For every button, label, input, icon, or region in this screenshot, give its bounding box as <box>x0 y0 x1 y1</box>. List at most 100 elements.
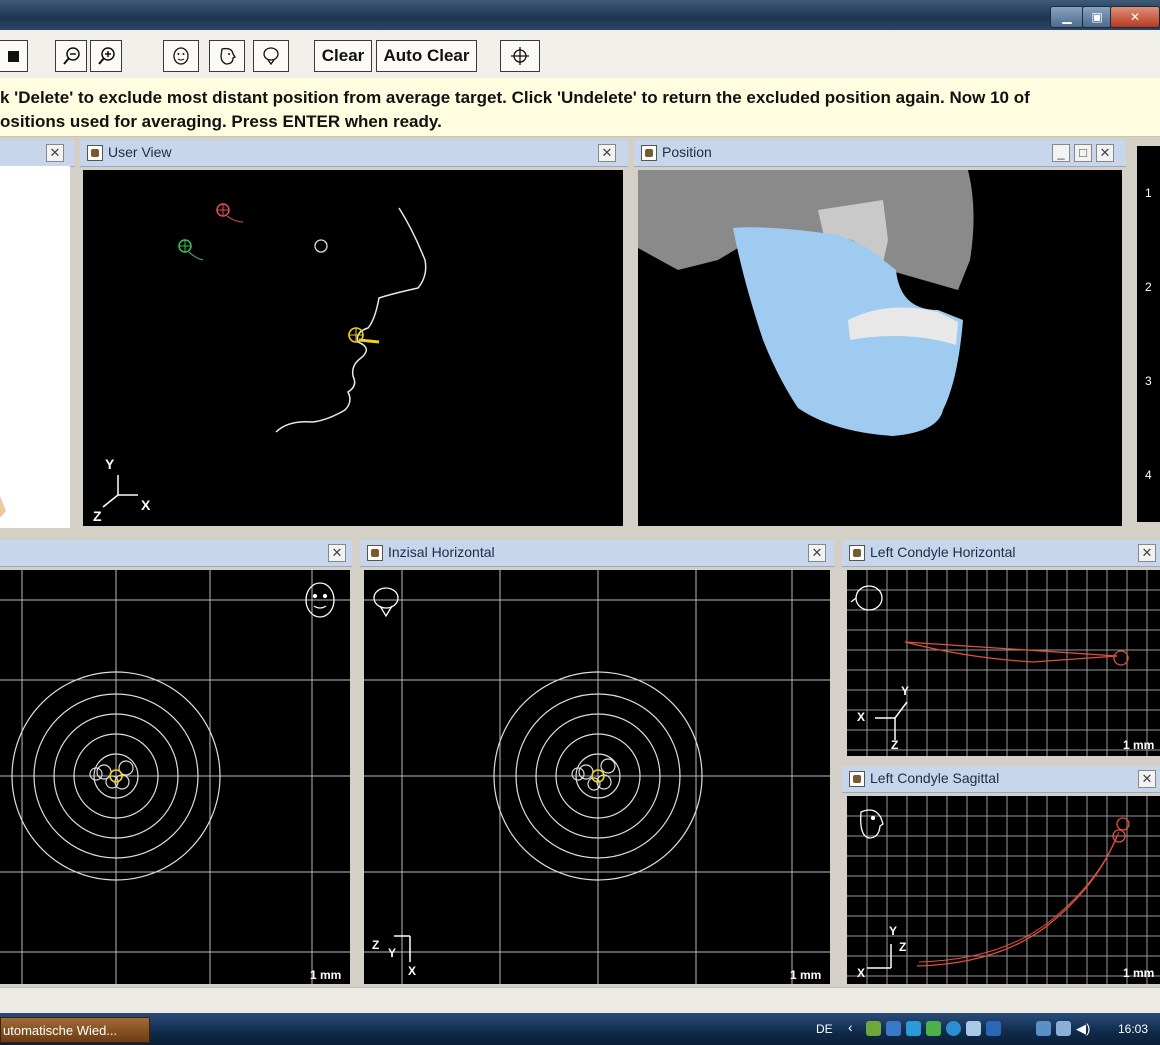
left-top-panel: ✕ <box>0 140 74 532</box>
app-tray-icon[interactable] <box>926 1021 941 1036</box>
zoom-out-button[interactable] <box>55 40 87 72</box>
scale-label: 1 mm <box>790 968 822 982</box>
position-panel: Position _ □ ✕ <box>634 140 1126 532</box>
close-icon[interactable]: ✕ <box>1138 770 1156 788</box>
browser-icon[interactable] <box>946 1021 961 1036</box>
left-condyle-sagittal-viewport[interactable]: Y Z X 1 mm <box>847 796 1160 984</box>
axis-y-label: Y <box>388 946 397 960</box>
left-condyle-horizontal-header: Left Condyle Horizontal ✕ <box>842 540 1160 567</box>
instruction-line-2: ositions used for averaging. Press ENTER… <box>0 112 442 131</box>
volume-icon[interactable]: ◀) <box>1076 1021 1090 1037</box>
left-condyle-sagittal-header: Left Condyle Sagittal ✕ <box>842 766 1160 793</box>
zoom-in-icon <box>98 47 115 65</box>
axis-x-label: X <box>857 710 866 724</box>
inzisal-horizontal-panel: Inzisal Horizontal ✕ Z Y X 1 mm <box>360 540 834 986</box>
minimize-button[interactable]: ▁ <box>1050 6 1084 28</box>
window-icon <box>849 545 865 561</box>
power-icon[interactable] <box>1036 1021 1051 1036</box>
instruction-message: k 'Delete' to exclude most distant posit… <box>0 78 1160 137</box>
close-icon[interactable]: ✕ <box>598 144 616 162</box>
skull-model <box>638 170 974 436</box>
window-icon <box>849 771 865 787</box>
axis-x-label: X <box>408 964 417 978</box>
app-tray-icon[interactable] <box>906 1021 921 1036</box>
close-icon[interactable]: ✕ <box>46 144 64 162</box>
close-icon[interactable]: ✕ <box>328 544 346 562</box>
condyle-sagittal-graphics <box>847 796 1160 984</box>
taskbar: utomatische Wied... DE ‹ ◀) 16:03 <box>0 1013 1160 1045</box>
axis-z-label: Z <box>93 508 102 524</box>
clock[interactable]: 16:03 <box>1118 1022 1148 1036</box>
monitor-icon[interactable] <box>966 1021 981 1036</box>
app-tray-icon[interactable] <box>886 1021 901 1036</box>
left-top-panel-header: ✕ <box>0 140 74 167</box>
side-strip: 1 2 3 4 <box>1137 146 1160 522</box>
position-viewport[interactable] <box>638 170 1122 526</box>
crosshair-icon <box>511 47 529 65</box>
inzisal-horizontal-viewport[interactable]: Z Y X 1 mm <box>364 570 830 984</box>
top-view-button[interactable] <box>253 40 289 72</box>
side-item[interactable]: 3 <box>1145 374 1152 388</box>
axis-y-label: Y <box>889 924 898 938</box>
left-target-viewport[interactable]: 1 mm <box>0 570 350 984</box>
head-model-fragment <box>0 496 6 518</box>
maximize-icon[interactable]: □ <box>1074 144 1092 162</box>
axis-z-label: Z <box>891 738 899 752</box>
head-top-icon <box>263 47 279 66</box>
crosshair-button[interactable] <box>500 40 540 72</box>
language-indicator[interactable]: DE <box>816 1022 833 1036</box>
axis-x-label: X <box>141 497 151 513</box>
minimize-icon[interactable]: _ <box>1052 144 1070 162</box>
scale-label: 1 mm <box>1123 966 1155 980</box>
panel-title: User View <box>108 144 172 160</box>
close-icon[interactable]: ✕ <box>808 544 826 562</box>
axis-y-label: Y <box>105 456 115 472</box>
panel-title: Inzisal Horizontal <box>388 544 495 560</box>
front-view-button[interactable] <box>163 40 199 72</box>
display-icon[interactable] <box>1056 1021 1071 1036</box>
axis-x-label: X <box>857 966 866 980</box>
clear-button[interactable]: Clear <box>314 40 372 72</box>
left-condyle-horizontal-viewport[interactable]: Y X Z 1 mm <box>847 570 1160 756</box>
side-item[interactable]: 2 <box>1145 280 1152 294</box>
zoom-in-button[interactable] <box>90 40 122 72</box>
close-icon[interactable]: ✕ <box>1138 544 1156 562</box>
window-icon <box>641 145 657 161</box>
left-target-panel: ✕ 1 mm <box>0 540 352 986</box>
side-item[interactable]: 1 <box>1145 186 1152 200</box>
user-view-viewport[interactable]: Y X Z <box>83 170 623 526</box>
face-side-icon <box>220 47 236 65</box>
axis-y-label: Y <box>901 684 910 698</box>
axis-z-label: Z <box>372 938 380 952</box>
window-icon <box>87 145 103 161</box>
auto-clear-button[interactable]: Auto Clear <box>376 40 477 72</box>
scale-label: 1 mm <box>1123 738 1155 752</box>
tray-expand-icon[interactable]: ‹ <box>848 1019 853 1035</box>
maximize-button[interactable]: ▣ <box>1082 6 1112 28</box>
taskbar-window-button[interactable]: utomatische Wied... <box>0 1017 150 1043</box>
stop-button[interactable] <box>0 40 28 72</box>
window-title-bar: ▁ ▣ ✕ <box>0 0 1160 30</box>
app-tray-icon[interactable] <box>986 1021 1001 1036</box>
scale-label: 1 mm <box>310 968 342 982</box>
face-front-icon <box>173 47 189 65</box>
status-bar <box>0 987 1160 1014</box>
user-view-panel: User View ✕ Y X Z <box>80 140 628 532</box>
stop-icon <box>7 50 19 62</box>
window-icon <box>367 545 383 561</box>
panel-title: Left Condyle Sagittal <box>870 770 1000 786</box>
close-icon[interactable]: ✕ <box>1096 144 1114 162</box>
close-button[interactable]: ✕ <box>1110 6 1160 28</box>
instruction-line-1: k 'Delete' to exclude most distant posit… <box>0 88 1030 107</box>
network-icon[interactable] <box>866 1021 881 1036</box>
axis-z-label: Z <box>899 940 907 954</box>
left-condyle-sagittal-panel: Left Condyle Sagittal ✕ Y Z X 1 mm <box>842 766 1160 986</box>
toolbar: Clear Auto Clear <box>0 30 1160 79</box>
condyle-horizontal-graphics <box>847 570 1160 756</box>
target-grid <box>364 570 830 984</box>
user-view-graphics <box>102 203 427 508</box>
panel-title: Position <box>662 144 712 160</box>
left-condyle-horizontal-panel: Left Condyle Horizontal ✕ Y X Z 1 mm <box>842 540 1160 762</box>
side-item[interactable]: 4 <box>1145 468 1152 482</box>
side-view-button[interactable] <box>209 40 245 72</box>
